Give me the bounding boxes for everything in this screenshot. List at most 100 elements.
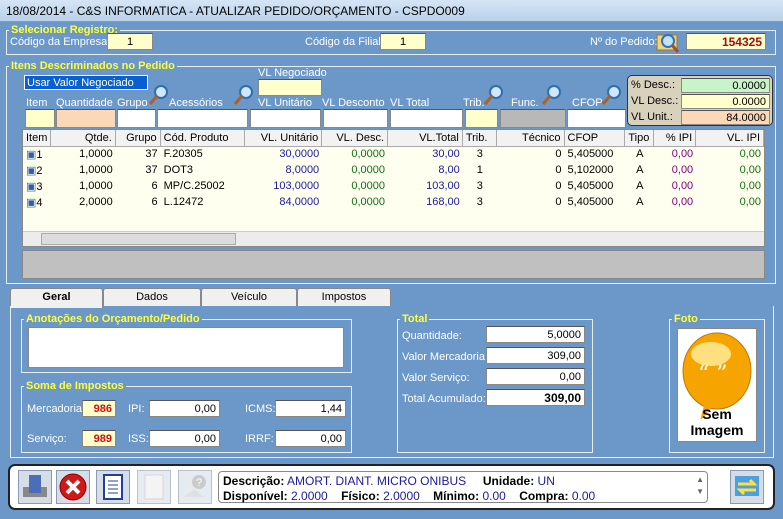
- mercadoria-cfop-field[interactable]: 986: [82, 400, 116, 417]
- scrollbar-thumb[interactable]: [41, 233, 236, 245]
- quantidade-field[interactable]: [56, 109, 116, 128]
- trib-field[interactable]: [465, 109, 498, 128]
- tab-veículo[interactable]: Veículo: [201, 288, 297, 306]
- irrf-label: IRRF:: [245, 433, 274, 445]
- grupo-field[interactable]: [117, 109, 156, 128]
- func-field: [500, 109, 566, 128]
- close-icon: [59, 473, 87, 501]
- table-cell: 8,00: [438, 164, 460, 176]
- valor-servico-field: 0,00: [486, 368, 585, 385]
- table-row[interactable]: ▣3 1,0000 6 MP/C.25002 103,0000 0,0000 103,00 3…: [23, 179, 764, 195]
- tab-dados[interactable]: Dados: [103, 288, 201, 306]
- search-acessorios-icon[interactable]: [232, 84, 254, 106]
- table-row[interactable]: ▣1 1,0000 37 F.20305 30,0000 0,0000 30,00 3 0 5,4…: [23, 147, 764, 163]
- table-cell: 103,0000: [273, 180, 320, 192]
- product-photo: “ ” Sem Imagem: [677, 328, 757, 442]
- column-header[interactable]: CFOP: [565, 130, 626, 146]
- table-cell: 37: [145, 148, 158, 160]
- valor-servico-label: Valor Serviço:: [402, 372, 470, 384]
- table-cell: 0,00: [739, 164, 761, 176]
- table-cell: A: [636, 180, 644, 192]
- fisico-label: Físico:: [341, 489, 380, 503]
- table-cell: 3: [476, 180, 483, 192]
- vl-unitario-field[interactable]: [250, 109, 321, 128]
- table-cell: 0,0000: [351, 164, 385, 176]
- column-header[interactable]: % IPI: [654, 130, 697, 146]
- item-number: 3: [36, 181, 43, 193]
- vl-negociado-field[interactable]: [258, 79, 322, 96]
- search-folder-icon[interactable]: [655, 30, 681, 54]
- desc-pct-label: % Desc.:: [631, 79, 676, 91]
- pedido-label: Nº do Pedido:: [590, 36, 658, 48]
- column-header[interactable]: Tipo: [625, 130, 655, 146]
- item-number: 2: [36, 165, 43, 177]
- svg-text:“ ”: “ ”: [698, 362, 728, 387]
- filial-label: Código da Filial:: [305, 36, 384, 48]
- quantidade-label: Quantidade: [56, 97, 113, 109]
- empresa-field[interactable]: 1: [107, 33, 153, 50]
- table-row[interactable]: ▣2 1,0000 37 DOT3 8,0000 0,0000 8,00 1 0 5,102000…: [23, 163, 764, 179]
- blank-document-button[interactable]: [137, 470, 171, 504]
- table-row[interactable]: ▣4 2,0000 6 L.12472 84,0000 0,0000 168,00 3 0 5,4…: [23, 195, 764, 211]
- table-cell: 0,00: [671, 164, 694, 176]
- table-cell: A: [636, 164, 644, 176]
- swap-button[interactable]: [730, 470, 764, 504]
- search-func-icon[interactable]: [540, 84, 562, 106]
- unidade-value: UN: [537, 474, 555, 488]
- acessorios-label: Acessórios: [169, 97, 223, 109]
- save-button[interactable]: [18, 470, 52, 504]
- descricao-label: Descrição:: [223, 474, 285, 488]
- anotacoes-textarea[interactable]: [28, 327, 344, 368]
- cfop-field[interactable]: [567, 109, 626, 128]
- column-header[interactable]: Trib.: [463, 130, 497, 146]
- items-grid[interactable]: Item Qtde. Grupo Cód. Produto VL. Unitário VL…: [22, 129, 765, 247]
- column-header[interactable]: VL. Unitário: [245, 130, 323, 146]
- grid-body: ▣1 1,0000 37 F.20305 30,0000 0,0000 30,00 3 0 5,4…: [23, 147, 764, 211]
- item-field[interactable]: [25, 109, 55, 128]
- table-cell: 0,0000: [351, 180, 385, 192]
- tab-impostos[interactable]: Impostos: [297, 288, 391, 306]
- servico-cfop-field[interactable]: 989: [82, 430, 116, 447]
- column-header[interactable]: Qtde.: [51, 130, 116, 146]
- total-legend: Total: [402, 313, 428, 325]
- column-header[interactable]: Cód. Produto: [161, 130, 246, 146]
- filial-field[interactable]: 1: [380, 33, 426, 50]
- table-cell: 0: [555, 148, 562, 160]
- minimo-label: Mínimo:: [433, 489, 480, 503]
- acessorios-field[interactable]: [157, 109, 248, 128]
- column-header[interactable]: VL. Desc.: [322, 130, 389, 146]
- column-header[interactable]: VL. IPI: [696, 130, 764, 146]
- search-cfop-icon[interactable]: [600, 84, 622, 106]
- column-header[interactable]: VL.Total: [388, 130, 463, 146]
- status-scroll-arrows[interactable]: ▲ ▼: [696, 474, 704, 498]
- table-cell: A: [636, 196, 644, 208]
- pedido-field[interactable]: 154325: [686, 33, 766, 50]
- search-grupo-icon[interactable]: [147, 84, 169, 106]
- column-header[interactable]: Item: [23, 130, 51, 146]
- valor-mercadoria-label: Valor Mercadoria:: [402, 351, 488, 363]
- compra-value: 0.00: [571, 489, 596, 503]
- item-record-icon: ▣: [26, 165, 37, 177]
- table-cell: 8,0000: [285, 164, 320, 176]
- grid-header: Item Qtde. Grupo Cód. Produto VL. Unitário VL…: [23, 130, 764, 147]
- tab-geral[interactable]: Geral: [10, 288, 103, 308]
- column-header[interactable]: Grupo: [116, 130, 161, 146]
- help-button[interactable]: ?: [178, 470, 212, 504]
- column-header[interactable]: Técnico: [497, 130, 565, 146]
- search-trib-icon[interactable]: [482, 84, 504, 106]
- table-cell: 168,00: [426, 196, 460, 208]
- vl-desconto-field[interactable]: [323, 109, 388, 128]
- vl-total-field[interactable]: [390, 109, 463, 128]
- total-acumulado-label: Total Acumulado:: [402, 393, 486, 405]
- sem-imagem-text: Sem Imagem: [690, 406, 744, 438]
- irrf-field: 0,00: [275, 430, 346, 447]
- report-button[interactable]: [96, 470, 130, 504]
- minimo-value: 0.00: [482, 489, 506, 503]
- horizontal-scrollbar[interactable]: [23, 231, 764, 246]
- table-cell: 0,00: [671, 180, 694, 192]
- table-cell: 0,0000: [351, 148, 385, 160]
- valor-mode-dropdown[interactable]: Usar Valor Negociado: [24, 75, 148, 90]
- cancel-button[interactable]: [56, 470, 90, 504]
- table-cell: 0,00: [739, 148, 761, 160]
- itens-legend: Itens Descriminados no Pedido: [11, 60, 175, 72]
